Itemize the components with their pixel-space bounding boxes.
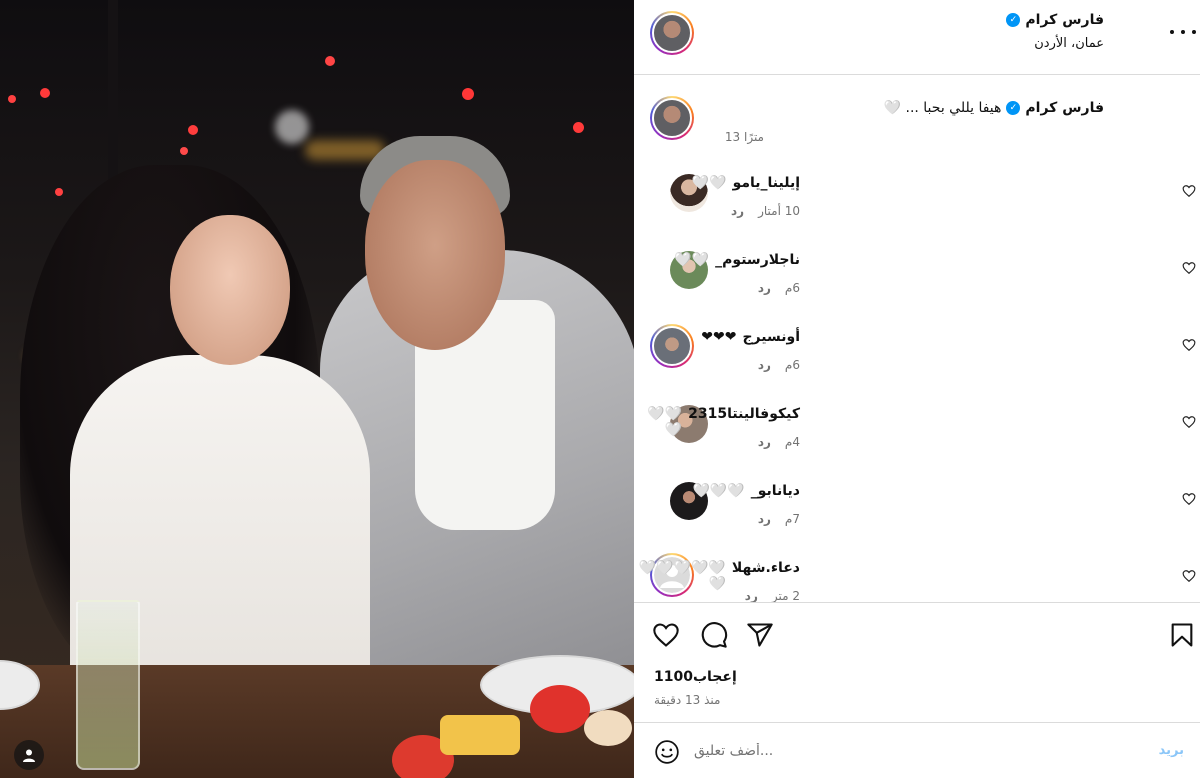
caption: فارس كرام ✓ هيفا يللي بحبا ... 🤍 <box>884 100 1104 116</box>
caption-author-avatar[interactable] <box>650 96 694 140</box>
caption-text: هيفا يللي بحبا ... 🤍 <box>883 100 1002 116</box>
author-username[interactable]: فارس كرام <box>1025 12 1104 28</box>
comment-text: 🤍🤍🤍🤍🤍🤍 <box>638 560 726 592</box>
reply-button[interactable]: رد <box>731 204 744 218</box>
post-timestamp: منذ 13 دقيقة <box>654 693 721 707</box>
emoji-icon[interactable] <box>654 739 680 765</box>
dessert <box>530 685 590 733</box>
comment-item: ديانابو_ 🤍🤍🤍 7م رد <box>634 468 1200 545</box>
comment-item: إيلينا_يامو 🤍🤍 10 أمتار رد <box>634 160 1200 237</box>
heart-icon[interactable] <box>1182 338 1196 352</box>
comment-time: 6م <box>784 358 800 372</box>
reply-button[interactable]: رد <box>758 512 771 526</box>
city-light <box>462 88 474 100</box>
woman-face <box>170 215 290 365</box>
post-location[interactable]: عمان، الأردن <box>1034 36 1104 51</box>
city-light <box>8 95 16 103</box>
reply-button[interactable]: رد <box>758 358 771 372</box>
commenter-username[interactable]: كيكوفالينتا2315 <box>688 406 800 438</box>
comment-input[interactable] <box>694 737 1114 765</box>
comment-item: أونسيرج ❤❤❤ 6م رد <box>634 314 1200 391</box>
dessert <box>584 710 632 746</box>
comments-list[interactable]: إيلينا_يامو 🤍🤍 10 أمتار رد ناجلارستوم_ 🤍… <box>634 160 1200 602</box>
verified-badge-icon: ✓ <box>1006 101 1021 115</box>
commenter-username[interactable]: دعاء.شهلا <box>732 560 800 592</box>
comment-time: 6م <box>784 281 800 295</box>
commenter-username[interactable]: أونسيرج <box>742 329 800 345</box>
heart-icon[interactable] <box>1182 415 1196 429</box>
comment-time: 4م <box>784 435 800 449</box>
post-actions: 1100إعجاب منذ 13 دقيقة <box>634 602 1200 722</box>
likes-count[interactable]: 1100إعجاب <box>654 669 737 685</box>
heart-icon[interactable] <box>1182 184 1196 198</box>
heart-icon[interactable] <box>1182 569 1196 583</box>
post-photo[interactable] <box>0 0 634 778</box>
city-light <box>573 122 584 133</box>
comment-text: 🤍🤍 <box>674 252 710 268</box>
commenter-username[interactable]: إيلينا_يامو <box>733 175 800 191</box>
commenter-avatar[interactable] <box>650 324 694 368</box>
heart-icon[interactable] <box>1182 261 1196 275</box>
commenter-username[interactable]: ديانابو_ <box>751 483 800 499</box>
add-comment-bar: بريد <box>634 722 1200 778</box>
city-light <box>188 125 198 135</box>
author-avatar[interactable] <box>650 11 694 55</box>
comment-time: 2 متر <box>771 589 800 602</box>
comment-text: ❤❤❤ <box>701 329 737 345</box>
post-header: فارس كرام ✓ عمان، الأردن <box>634 0 1200 75</box>
comment-time: 7م <box>784 512 800 526</box>
comment-text: 🤍🤍🤍 <box>692 483 745 499</box>
user-tag-icon[interactable] <box>14 740 44 770</box>
comment-item: كيكوفالينتا2315 🤍🤍🤍 4م رد <box>634 391 1200 468</box>
reply-button[interactable]: رد <box>758 281 771 295</box>
heart-icon[interactable] <box>652 621 680 649</box>
city-glow <box>275 110 309 144</box>
city-light <box>40 88 50 98</box>
city-light <box>55 188 63 196</box>
commenter-username[interactable]: ناجلارستوم_ <box>715 252 800 268</box>
caption-timestamp: 13 مترًا <box>724 130 764 144</box>
comment-item: ناجلارستوم_ 🤍🤍 6م رد <box>634 237 1200 314</box>
man-face <box>365 160 505 350</box>
comment-time: 10 أمتار <box>758 204 800 218</box>
verified-badge-icon: ✓ <box>1006 13 1021 27</box>
city-light <box>180 147 188 155</box>
more-options-icon[interactable] <box>1170 22 1196 42</box>
heart-icon[interactable] <box>1182 492 1196 506</box>
share-icon[interactable] <box>746 621 774 649</box>
comment-text: 🤍🤍🤍 <box>647 406 683 438</box>
caption-author-username[interactable]: فارس كرام <box>1025 100 1104 116</box>
city-light <box>325 56 335 66</box>
comment-item: دعاء.شهلا 🤍🤍🤍🤍🤍🤍 2 متر رد <box>634 545 1200 602</box>
post-comment-button[interactable]: بريد <box>1159 743 1184 758</box>
reply-button[interactable]: رد <box>745 589 758 602</box>
post-side-panel: فارس كرام ✓ عمان، الأردن فارس كرام ✓ هيف… <box>634 0 1200 778</box>
bookmark-icon[interactable] <box>1168 621 1196 649</box>
comment-text: 🤍🤍 <box>691 175 727 191</box>
drink-glass <box>76 600 140 770</box>
dessert <box>440 715 520 755</box>
reply-button[interactable]: رد <box>758 435 771 449</box>
comment-icon[interactable] <box>700 621 728 649</box>
